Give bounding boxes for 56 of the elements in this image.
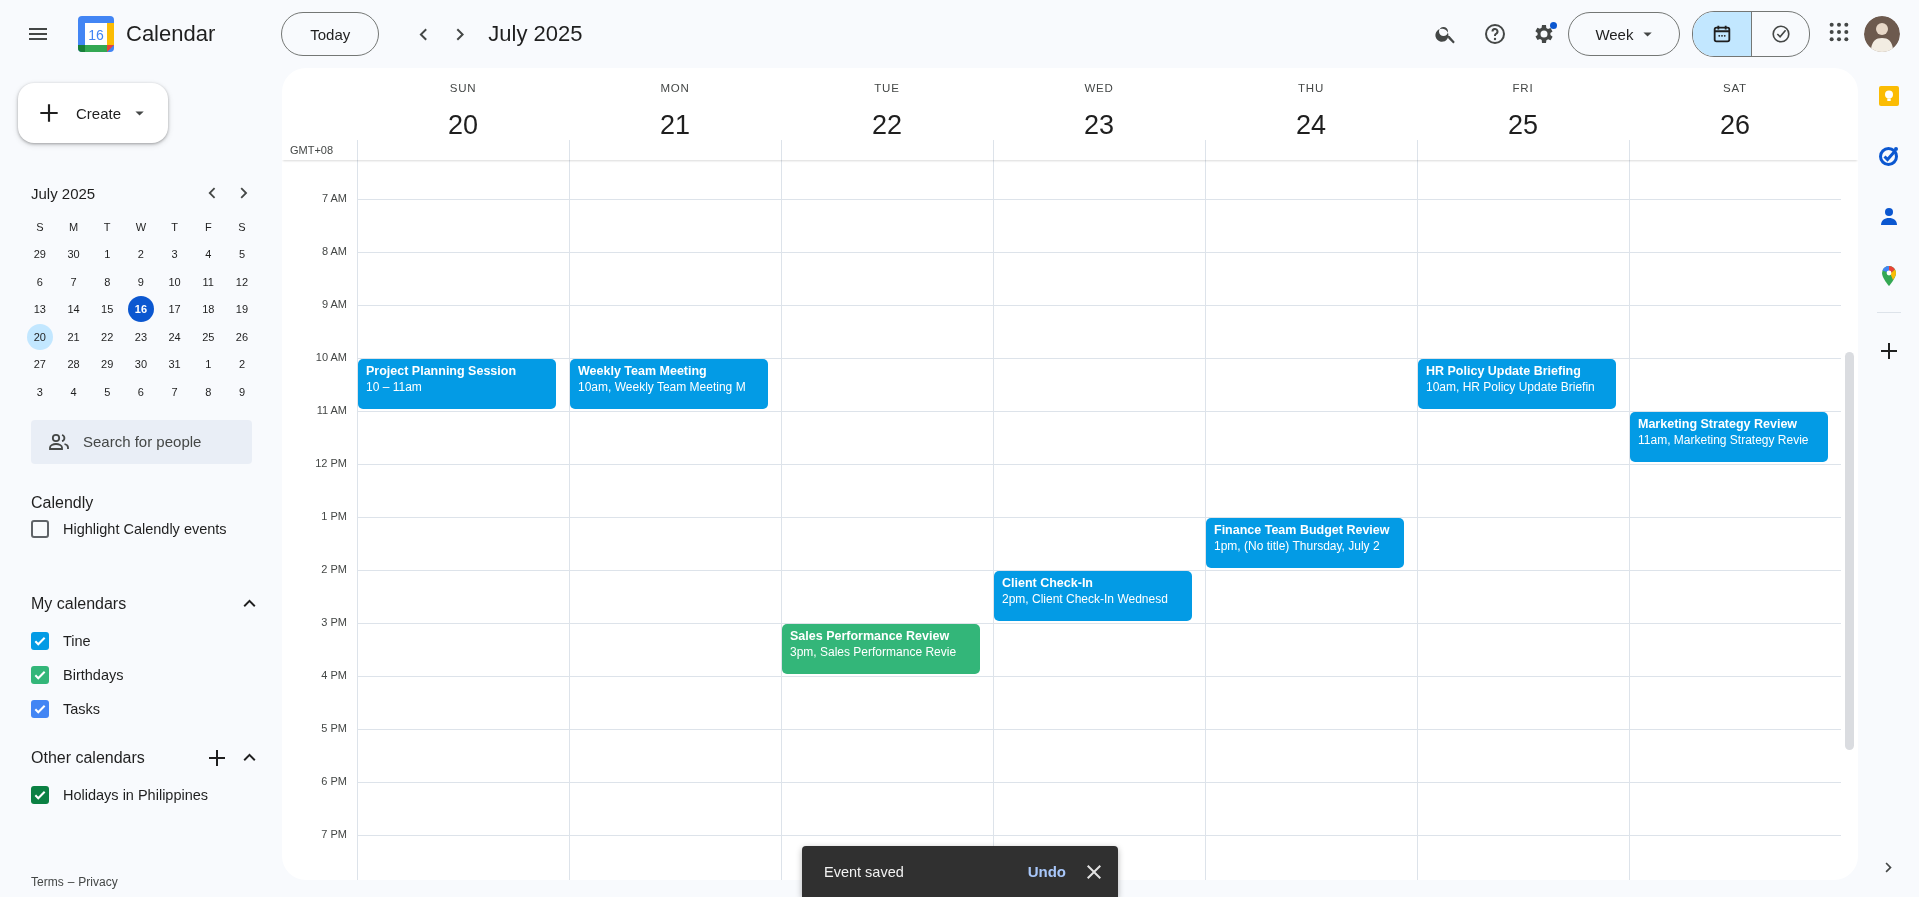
separator-dash: – [67, 875, 75, 889]
event-title: Project Planning Session [366, 363, 518, 379]
hour-label: 2 PM [321, 563, 347, 575]
event-details: 10am, HR Policy Update Briefin [1426, 379, 1596, 395]
event-title: Sales Performance Review [790, 628, 951, 644]
period-title: July 2025 [488, 21, 583, 47]
hour-label: 7 AM [321, 192, 347, 204]
weekday-label: M [68, 220, 79, 233]
weekday-label: WED [1084, 82, 1114, 94]
month-title: July 2025 [31, 184, 96, 202]
weekday-label: S [238, 220, 246, 233]
section-heading: Other calendars [31, 748, 146, 767]
hour-label: 6 PM [321, 775, 347, 787]
section-heading: Calendly [31, 493, 95, 512]
event-title: HR Policy Update Briefing [1426, 363, 1582, 379]
weekday-label: W [135, 220, 147, 233]
event-details: 11am, Marketing Strategy Revie [1638, 432, 1810, 448]
event-title: Client Check-In [1002, 575, 1094, 591]
event-title: Marketing Strategy Review [1638, 416, 1799, 432]
weekday-label: SUN [449, 82, 477, 94]
section-heading: My calendars [31, 594, 128, 613]
weekday-label: MON [660, 82, 690, 94]
weekday-label: T [103, 220, 111, 233]
event-details: 10 – 11am [366, 379, 423, 395]
hour-label: 4 PM [321, 669, 347, 681]
weekday-label: F [204, 220, 212, 233]
weekday-label: SAT [1723, 82, 1747, 94]
weekday-label: THU [1297, 82, 1324, 94]
app-title: Calendar [126, 21, 216, 47]
hour-label: 3 PM [321, 616, 347, 628]
event-title: Weekly Team Meeting [578, 363, 708, 379]
checkbox-label: Highlight Calendly events [63, 520, 227, 537]
hour-label: 11 AM [316, 404, 347, 416]
hour-label: 12 PM [315, 457, 347, 469]
event-details: 2pm, Client Check-In Wednesd [1002, 591, 1169, 607]
timezone-label: GMT+08 [289, 144, 335, 158]
hour-label: 8 AM [321, 245, 347, 257]
hour-label: 7 PM [321, 828, 347, 840]
weekday-label: FRI [1512, 82, 1534, 94]
hour-label: 1 PM [321, 510, 347, 522]
weekday-label: TUE [874, 82, 900, 94]
hour-label: 9 AM [321, 298, 347, 310]
hour-label: 10 AM [315, 351, 347, 363]
calendar-name: Tine [63, 632, 91, 649]
calendar-name: Holidays in Philippines [63, 786, 209, 803]
event-details: 1pm, (No title) Thursday, July 2 [1214, 538, 1381, 554]
event-details: 3pm, Sales Performance Revie [790, 644, 958, 660]
calendar-name: Birthdays [63, 666, 124, 683]
snackbar-message: Event saved [824, 863, 905, 880]
calendar-name: Tasks [63, 700, 101, 717]
weekday-label: T [171, 220, 178, 233]
calendar-logo: 16 [76, 14, 116, 54]
event-details: 10am, Weekly Team Meeting M [578, 379, 747, 395]
weekday-label: S [36, 220, 44, 233]
event-title: Finance Team Budget Review [1214, 522, 1391, 538]
hour-label: 5 PM [321, 722, 347, 734]
